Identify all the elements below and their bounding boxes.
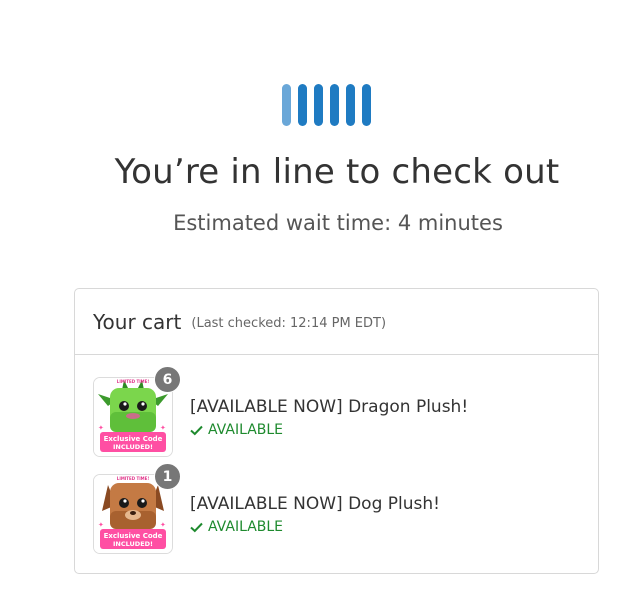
- checkmark-icon: [190, 522, 203, 532]
- thumb-top-text: LIMITED TIME!: [117, 379, 150, 384]
- queue-heading: You’re in line to check out: [114, 152, 560, 192]
- availability-status: AVAILABLE: [190, 519, 283, 535]
- thumb-text-line1: Exclusive Code: [104, 435, 163, 443]
- loading-bar: [346, 84, 355, 126]
- cart-header: Your cart (Last checked: 12:14 PM EDT): [75, 289, 598, 355]
- availability-status: AVAILABLE: [190, 422, 283, 438]
- loading-bar: [314, 84, 323, 126]
- loading-bar: [362, 84, 371, 126]
- quantity-badge: 6: [154, 366, 181, 393]
- estimated-wait-text: Estimated wait time: 4 minutes: [173, 211, 503, 235]
- cart-panel: Your cart (Last checked: 12:14 PM EDT) L…: [74, 288, 599, 574]
- quantity-badge: 1: [154, 463, 181, 490]
- svg-text:✦: ✦: [98, 521, 104, 529]
- loading-bar: [282, 84, 291, 126]
- checkmark-icon: [190, 425, 203, 435]
- thumb-top-text: LIMITED TIME!: [117, 476, 150, 481]
- last-checked-text: (Last checked: 12:14 PM EDT): [191, 316, 387, 331]
- item-name: [AVAILABLE NOW] Dragon Plush!: [190, 397, 469, 417]
- loading-bar: [298, 84, 307, 126]
- availability-label: AVAILABLE: [208, 519, 284, 535]
- svg-text:✦: ✦: [160, 424, 166, 432]
- thumb-text-line2: INCLUDED!: [113, 540, 153, 548]
- loading-bars-icon: [282, 84, 371, 126]
- loading-bar: [330, 84, 339, 126]
- item-name: [AVAILABLE NOW] Dog Plush!: [190, 494, 440, 514]
- thumb-text-line1: Exclusive Code: [104, 532, 163, 540]
- svg-text:✦: ✦: [160, 521, 166, 529]
- svg-text:✦: ✦: [98, 424, 104, 432]
- cart-item: LIMITED TIME! Exclusive Code INCLUDED! ✦…: [93, 366, 573, 457]
- cart-title: Your cart: [93, 309, 182, 334]
- thumb-text-line2: INCLUDED!: [113, 443, 153, 451]
- cart-item: LIMITED TIME! Exclusive Code INCLUDED! ✦…: [93, 463, 573, 554]
- availability-label: AVAILABLE: [208, 422, 284, 438]
